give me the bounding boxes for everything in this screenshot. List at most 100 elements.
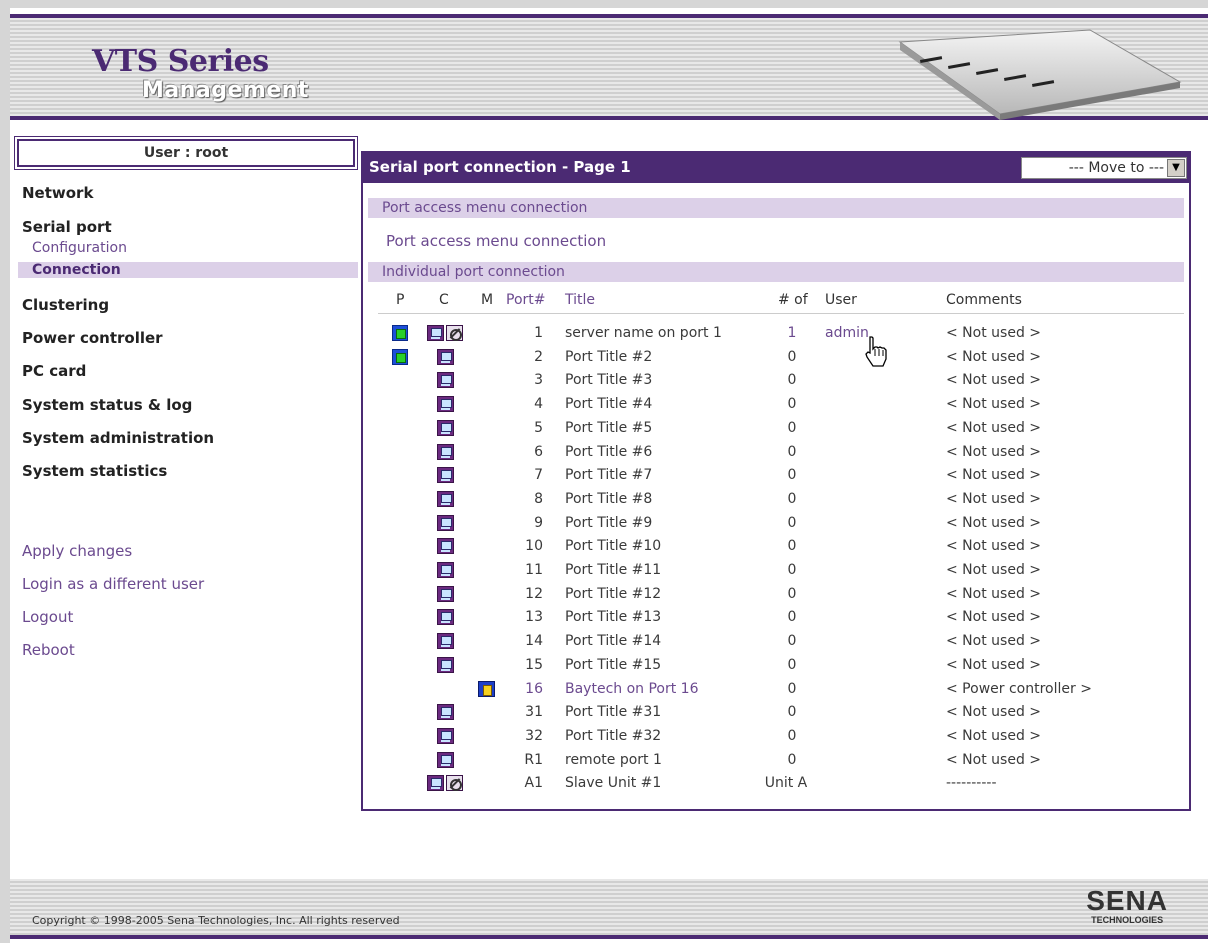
console-connect-icon[interactable] [437, 419, 454, 436]
console-connect-icon[interactable] [437, 538, 454, 555]
col-header-m: M [481, 292, 494, 308]
console-connect-icon[interactable] [437, 443, 454, 460]
port-comment: < Not used > [946, 704, 1042, 721]
port-comment: < Not used > [946, 514, 1042, 531]
table-row: 3 Port Title #3 0 < Not used > [0, 368, 1208, 392]
port-comment: < Not used > [946, 562, 1042, 578]
port-comment: < Not used > [946, 325, 1042, 341]
disconnect-icon[interactable] [446, 775, 463, 792]
col-header-port[interactable]: Port# [506, 292, 545, 308]
port-title: Port Title #31 [565, 704, 662, 721]
console-connect-icon[interactable] [437, 514, 454, 531]
port-number: 3 [534, 372, 543, 389]
table-row: 12 Port Title #12 0 < Not used > [0, 582, 1208, 606]
console-connect-icon[interactable] [427, 325, 444, 341]
console-connect-icon[interactable] [437, 348, 454, 365]
port-comment: < Not used > [946, 633, 1042, 650]
table-row: 32 Port Title #32 0 < Not used > [0, 724, 1208, 748]
copyright-text: Copyright © 1998-2005 Sena Technologies,… [32, 914, 400, 927]
move-to-select[interactable]: --- Move to --- ▼ [1021, 157, 1187, 179]
port-number: 31 [525, 704, 543, 721]
port-number: 9 [534, 514, 543, 531]
col-header-p: P [396, 292, 405, 308]
nav-serial-connection[interactable]: Connection [18, 262, 358, 278]
port-title: Port Title #15 [565, 656, 662, 673]
table-row: R1 remote port 1 0 < Not used > [0, 748, 1208, 772]
port-title: remote port 1 [565, 751, 662, 768]
connection-count: 0 [787, 727, 797, 744]
connection-count: 0 [787, 514, 797, 531]
dropdown-arrow-icon[interactable]: ▼ [1167, 159, 1185, 177]
table-row: 7 Port Title #7 0 < Not used > [0, 463, 1208, 487]
port-title: Port Title #10 [565, 538, 662, 555]
port-title: Port Title #4 [565, 396, 653, 413]
port-number: 4 [534, 396, 543, 413]
panel-header: Serial port connection - Page 1 --- Move… [361, 151, 1191, 183]
table-row: 1 server name on port 1 1 admin < Not used > [0, 321, 1208, 345]
nav-clustering[interactable]: Clustering [22, 296, 109, 314]
sena-logo: SENA TECHNOLOGIES [1086, 887, 1168, 926]
port-comment: < Not used > [946, 585, 1042, 602]
disconnect-icon[interactable] [446, 325, 463, 341]
connection-count: Unit A [764, 775, 808, 792]
nav-serial-configuration[interactable]: Configuration [32, 240, 127, 256]
hand-cursor-icon [865, 336, 887, 367]
connection-count: 0 [787, 443, 797, 460]
port-comment: < Not used > [946, 656, 1042, 673]
port-access-menu-link[interactable]: Port access menu connection [386, 232, 606, 250]
header-divider [378, 313, 1184, 314]
connection-count: 0 [787, 467, 797, 484]
console-connect-icon[interactable] [437, 656, 454, 673]
port-comment: < Not used > [946, 443, 1042, 460]
power-menu-icon[interactable] [478, 680, 495, 697]
port-comment: < Not used > [946, 538, 1042, 555]
console-connect-icon[interactable] [437, 585, 454, 602]
console-connect-icon[interactable] [427, 775, 444, 792]
port-title: Port Title #12 [565, 585, 662, 602]
console-connect-icon[interactable] [437, 490, 454, 507]
port-number: R1 [524, 751, 543, 768]
port-number: 1 [534, 325, 543, 341]
port-title: server name on port 1 [565, 325, 722, 341]
nav-network[interactable]: Network [22, 184, 93, 202]
console-connect-icon[interactable] [437, 751, 454, 768]
console-connect-icon[interactable] [437, 727, 454, 744]
console-connect-icon[interactable] [437, 396, 454, 413]
port-title: Port Title #2 [565, 348, 653, 365]
console-connect-icon[interactable] [437, 609, 454, 626]
port-comment: ---------- [946, 775, 997, 792]
port-title: Port Title #11 [565, 562, 662, 578]
table-row: 4 Port Title #4 0 < Not used > [0, 392, 1208, 416]
logo-subtitle: Management [142, 78, 309, 103]
connection-count: 0 [787, 680, 797, 697]
port-number: 12 [525, 585, 543, 602]
console-connect-icon[interactable] [437, 467, 454, 484]
port-title: Port Title #3 [565, 372, 653, 389]
console-connect-icon[interactable] [437, 704, 454, 721]
table-row: 5 Port Title #5 0 < Not used > [0, 416, 1208, 440]
connection-count: 0 [787, 585, 797, 602]
port-power-icon[interactable] [392, 348, 408, 365]
port-power-icon[interactable] [392, 325, 408, 341]
port-number: 16 [525, 680, 543, 697]
table-row: 15 Port Title #15 0 < Not used > [0, 653, 1208, 677]
connection-count: 0 [787, 704, 797, 721]
table-row: 31 Port Title #31 0 < Not used > [0, 700, 1208, 724]
window-top-border [0, 0, 1208, 8]
port-number: 6 [534, 443, 543, 460]
page-footer: Copyright © 1998-2005 Sena Technologies,… [10, 879, 1208, 939]
table-row: 16 Baytech on Port 16 0 < Power controller … [0, 677, 1208, 701]
connection-count: 0 [787, 633, 797, 650]
col-header-c: C [439, 292, 449, 308]
col-header-count: # of [778, 292, 808, 308]
nav-serial-port[interactable]: Serial port [22, 218, 112, 236]
console-connect-icon[interactable] [437, 633, 454, 650]
port-comment: < Not used > [946, 490, 1042, 507]
console-connect-icon[interactable] [437, 372, 454, 389]
port-title[interactable]: Baytech on Port 16 [565, 677, 699, 701]
port-number: 32 [525, 727, 543, 744]
col-header-title[interactable]: Title [565, 292, 595, 308]
console-connect-icon[interactable] [437, 562, 454, 578]
connection-count[interactable]: 1 [770, 321, 814, 345]
port-title: Port Title #13 [565, 609, 662, 626]
